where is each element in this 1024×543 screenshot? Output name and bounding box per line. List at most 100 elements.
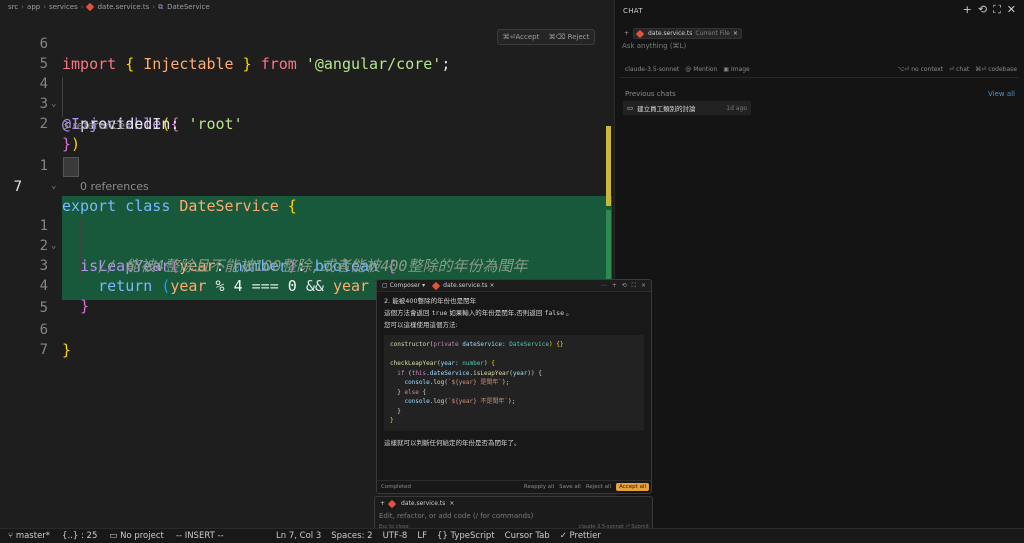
codelens-references[interactable]: 3 references bbox=[62, 116, 131, 136]
prettier-status[interactable]: ✓ Prettier bbox=[560, 531, 601, 541]
line-number: 2 bbox=[39, 116, 48, 132]
mention-button[interactable]: @ Mention bbox=[685, 66, 717, 73]
reject-all-button[interactable]: Reject all bbox=[586, 484, 611, 490]
inline-edit-box: + date.service.ts × Edit, refactor, or a… bbox=[374, 496, 653, 532]
cursor-tab[interactable]: Cursor Tab bbox=[505, 531, 550, 541]
new-icon[interactable]: + bbox=[612, 282, 617, 290]
previous-chat-title: 建立員工類別的討論 bbox=[637, 105, 696, 113]
code-line: 4 ⌄ @Injectable({ bbox=[0, 54, 612, 133]
more-icon[interactable]: ⋯ bbox=[601, 282, 607, 290]
line-number: 7 bbox=[13, 179, 22, 195]
code-line: 4 } bbox=[0, 256, 612, 315]
line-ending[interactable]: LF bbox=[417, 531, 427, 541]
inline-edit-input[interactable]: Edit, refactor, or add code (/ for comma… bbox=[379, 512, 533, 520]
composer-paragraph: 您可以這樣使用這個方法: bbox=[384, 321, 458, 329]
breadcrumb-file[interactable]: date.service.ts bbox=[98, 3, 150, 11]
add-context-icon[interactable]: + bbox=[380, 500, 385, 507]
close-icon[interactable]: ✕ bbox=[1007, 3, 1016, 17]
codelens-references[interactable]: 0 references bbox=[80, 177, 149, 197]
code-line: 6 import { Injectable } from '@angular/c… bbox=[0, 14, 612, 73]
new-chat-icon[interactable]: + bbox=[963, 3, 972, 17]
composer-icon: ▢ bbox=[382, 282, 388, 289]
close-icon[interactable]: × bbox=[489, 282, 494, 289]
chat-panel: CHAT + ⟲ ⛶ ✕ + date.service.ts Current F… bbox=[614, 0, 1024, 528]
fold-chevron-icon[interactable]: ⌄ bbox=[51, 176, 56, 196]
reapply-all-button[interactable]: Reapply all bbox=[524, 484, 554, 490]
composer-footer: Completed Reapply all Save all Reject al… bbox=[377, 480, 651, 493]
maximize-icon[interactable]: ⛶ bbox=[993, 3, 1001, 17]
angular-icon bbox=[431, 281, 441, 290]
indentation[interactable]: Spaces: 2 bbox=[331, 531, 372, 541]
view-all-link[interactable]: View all bbox=[988, 90, 1015, 98]
close-icon[interactable]: × bbox=[449, 500, 454, 507]
angular-icon bbox=[635, 29, 645, 38]
symbols-indicator[interactable]: {..} : 25 bbox=[62, 531, 97, 541]
text: 如果輸入的年份是閏年,否則返回 bbox=[447, 309, 545, 317]
code-line-current: 7 bbox=[0, 157, 612, 195]
text: 。 bbox=[564, 309, 573, 317]
chat-toolbar: + ⟲ ⛶ ✕ bbox=[963, 3, 1016, 17]
line-number: 7 bbox=[39, 342, 48, 358]
breadcrumb-symbol[interactable]: DateService bbox=[167, 3, 210, 11]
code-line: 2 // 能被4整除且不能被100整除,或者能被400整除的年份為閏年 bbox=[0, 216, 612, 275]
branch-indicator[interactable]: ⑂ master* bbox=[8, 531, 50, 541]
code-line: 1 ⌄ isLeapYear(year: number): boolean { bbox=[0, 196, 612, 275]
chat-title: CHAT bbox=[623, 7, 643, 15]
remove-context-icon[interactable]: × bbox=[733, 30, 738, 37]
context-file-chip[interactable]: date.service.ts Current File × bbox=[633, 28, 742, 39]
context-file-tag: Current File bbox=[695, 30, 730, 37]
breadcrumb-separator: › bbox=[80, 3, 84, 11]
no-context-button[interactable]: ⌥⏎ no context bbox=[897, 66, 943, 73]
composer-heading: 2. 能被400整除的年份也是閏年 bbox=[384, 297, 477, 305]
code-text: } bbox=[62, 341, 72, 359]
codebase-button[interactable]: ⌘⏎ codebase bbox=[975, 66, 1017, 73]
expand-icon[interactable]: ⛶ bbox=[632, 282, 636, 290]
chat-input-area[interactable]: + date.service.ts Current File × Ask any… bbox=[619, 24, 1019, 78]
add-context-icon[interactable]: + bbox=[624, 30, 629, 37]
breadcrumb-app[interactable]: app bbox=[27, 3, 40, 11]
close-icon[interactable]: × bbox=[641, 282, 646, 290]
breadcrumb-src[interactable]: src bbox=[8, 3, 18, 11]
inline-code: true bbox=[431, 309, 448, 317]
chat-bubble-icon: ▭ bbox=[627, 104, 634, 112]
encoding[interactable]: UTF-8 bbox=[383, 531, 408, 541]
image-button[interactable]: ▣ Image bbox=[723, 66, 749, 73]
tab-composer[interactable]: ▢ Composer ▾ bbox=[382, 282, 425, 289]
vim-mode: -- INSERT -- bbox=[175, 531, 224, 541]
cursor-position[interactable]: Ln 7, Col 3 bbox=[276, 531, 321, 541]
inline-edit-file[interactable]: date.service.ts bbox=[401, 500, 445, 507]
model-selector[interactable]: claude-3.5-sonnet bbox=[625, 66, 679, 73]
breadcrumb-separator: › bbox=[152, 3, 156, 11]
save-all-button[interactable]: Save all bbox=[559, 484, 581, 490]
project-indicator[interactable]: ▭ No project bbox=[109, 531, 164, 541]
history-icon[interactable]: ⟲ bbox=[978, 3, 987, 17]
language-mode[interactable]: {} TypeScript bbox=[437, 531, 495, 541]
breadcrumb-separator: › bbox=[43, 3, 47, 11]
history-icon[interactable]: ⟲ bbox=[622, 282, 627, 290]
code-line: 2 }) bbox=[0, 94, 612, 153]
status-bar: ⑂ master* {..} : 25 ▭ No project -- INSE… bbox=[0, 528, 1024, 543]
previous-chat-item[interactable]: ▭ 建立員工類別的討論 1d ago bbox=[623, 101, 751, 115]
code-line: 1 ⌄ export class DateService { bbox=[0, 136, 612, 215]
chat-input-options: claude-3.5-sonnet @ Mention ▣ Image ⌥⏎ n… bbox=[625, 66, 1017, 73]
inline-edit-context: + date.service.ts × bbox=[380, 499, 454, 508]
branch-name: master* bbox=[15, 531, 51, 541]
composer-panel: ▢ Composer ▾ date.service.ts × ⋯ + ⟲ ⛶ × 2.… bbox=[376, 279, 652, 494]
image-label: Image bbox=[730, 66, 750, 73]
composer-tabs: ▢ Composer ▾ date.service.ts × ⋯ + ⟲ ⛶ × bbox=[377, 280, 651, 292]
tab-file[interactable]: date.service.ts × bbox=[431, 281, 495, 290]
mention-label: Mention bbox=[693, 66, 718, 73]
composer-paragraph: 這個方法會返回 true 如果輸入的年份是閏年,否則返回 false 。 bbox=[384, 307, 644, 319]
code-block: constructor(private dateService: DateSer… bbox=[384, 335, 644, 431]
tab-label: date.service.ts bbox=[443, 282, 488, 289]
breadcrumb: src › app › services › date.service.ts › ⧉ Da… bbox=[0, 0, 612, 14]
inline-code: false bbox=[544, 309, 565, 317]
breadcrumb-services[interactable]: services bbox=[49, 3, 78, 11]
chat-input[interactable]: Ask anything (⌘L) bbox=[622, 42, 686, 50]
composer-status: Completed bbox=[381, 484, 411, 490]
accept-all-button[interactable]: Accept all bbox=[616, 483, 649, 491]
chat-submit-button[interactable]: ⏎ chat bbox=[949, 66, 969, 73]
code-line: 5 bbox=[0, 34, 612, 72]
tab-label: Composer bbox=[389, 282, 421, 289]
composer-controls: ⋯ + ⟲ ⛶ × bbox=[601, 282, 646, 290]
